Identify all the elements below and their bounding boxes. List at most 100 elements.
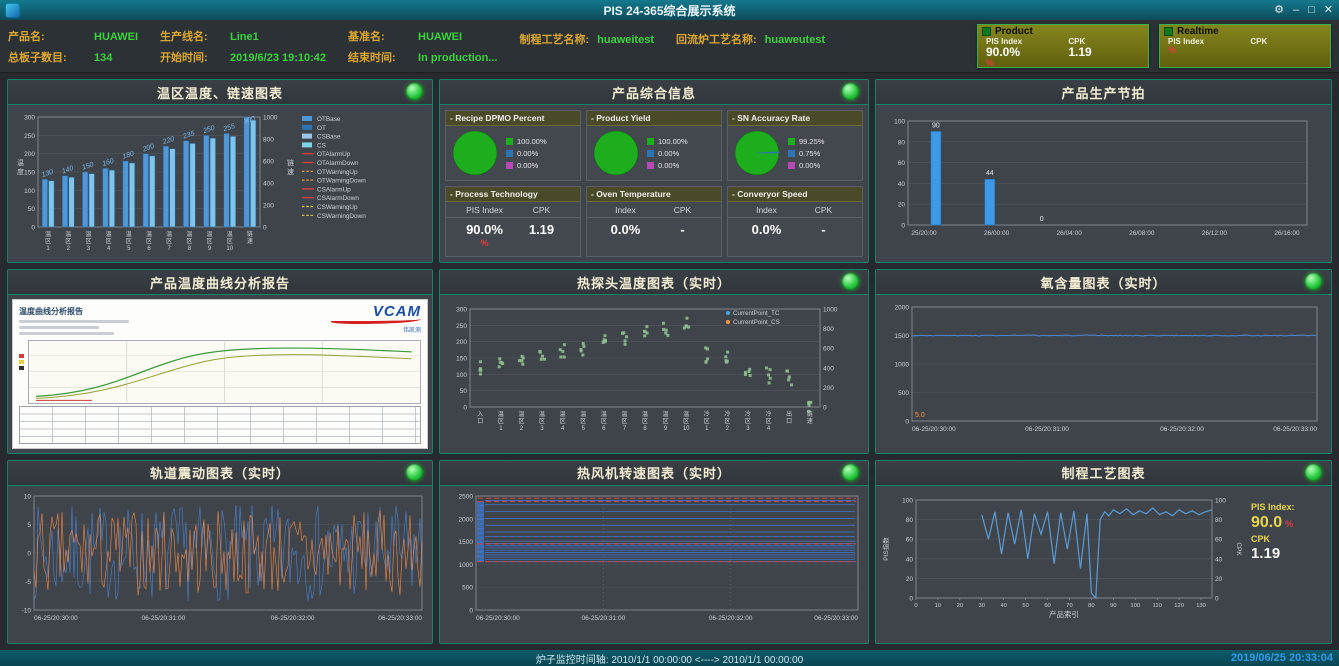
svg-text:度: 度: [17, 167, 24, 176]
svg-text:60: 60: [898, 160, 906, 167]
svg-text:温: 温: [186, 230, 192, 238]
svg-text:冷: 冷: [745, 410, 751, 418]
svg-text:20: 20: [957, 603, 963, 609]
svg-text:区: 区: [166, 238, 172, 245]
svg-text:300: 300: [24, 115, 35, 122]
svg-text:CurrentPoint_CS: CurrentPoint_CS: [733, 319, 780, 326]
svg-text:1000: 1000: [263, 115, 278, 122]
svg-text:温: 温: [166, 230, 172, 238]
legend-value: 0.00%: [658, 149, 679, 158]
svg-text:2: 2: [67, 246, 71, 252]
panel-temp-curve-report: 产品温度曲线分析报告 温度曲线分析报告 VCAM: [7, 269, 433, 453]
svg-text:CurrentPoint_TC: CurrentPoint_TC: [733, 310, 780, 317]
percent-mark: %: [986, 59, 1068, 68]
svg-text:OTWarningDown: OTWarningDown: [317, 178, 366, 185]
legend-value: 99.25%: [799, 137, 824, 146]
svg-text:区: 区: [45, 238, 51, 245]
field-value: Line1: [230, 31, 259, 43]
field-label: 产品名:: [8, 28, 86, 44]
svg-text:温: 温: [126, 230, 132, 238]
svg-text:1: 1: [46, 246, 50, 252]
stat-label: CPK: [795, 205, 852, 215]
report-document-preview[interactable]: 温度曲线分析报告 VCAM 伟凯测: [12, 299, 428, 448]
svg-text:80: 80: [898, 139, 906, 146]
svg-text:50: 50: [1022, 603, 1028, 609]
pie-box-recipe-dpmo: - Recipe DPMO Percent 100.00% 0.00% 0.00…: [445, 110, 581, 181]
svg-text:600: 600: [823, 346, 834, 353]
svg-text:100: 100: [1130, 603, 1140, 609]
svg-text:温: 温: [207, 230, 213, 238]
svg-text:温: 温: [621, 410, 627, 418]
svg-text:26/12:00: 26/12:00: [1202, 230, 1228, 237]
field-value: 2019/6/23 19:10:42: [230, 52, 326, 64]
pie-chart: [450, 128, 500, 178]
svg-text:速: 速: [807, 418, 813, 425]
sub-box-header: - Oven Temperature: [587, 187, 721, 202]
panel-rail-vibration: 轨道震动图表（实时） -10-5051006-25/20:30:0006-25/…: [7, 460, 433, 644]
svg-text:5: 5: [27, 522, 31, 529]
svg-text:区: 区: [766, 418, 772, 425]
svg-text:5.0: 5.0: [915, 412, 925, 419]
field-label: 生产线名:: [160, 28, 222, 44]
svg-text:130: 130: [1196, 603, 1206, 609]
svg-text:区: 区: [518, 418, 524, 425]
svg-text:1500: 1500: [895, 333, 910, 340]
status-led-icon: [842, 83, 859, 100]
sub-box-header: - Converyor Speed: [728, 187, 862, 202]
window-title: PIS 24-365综合展示系统: [0, 2, 1339, 19]
svg-text:110: 110: [1153, 603, 1162, 609]
panel-oxygen: 氧含量图表（实时） 05001000150020005.006-25/20:30…: [875, 269, 1332, 453]
svg-text:温: 温: [539, 410, 545, 418]
svg-text:40: 40: [1000, 603, 1006, 609]
report-data-table: [19, 406, 421, 444]
svg-text:44: 44: [986, 170, 994, 177]
info-group-oven-name: 回流炉工艺名称:huaweutest: [676, 31, 825, 47]
svg-text:入: 入: [477, 411, 483, 418]
stat-box-oven-temperature: - Oven Temperature Index CPK 0.0% -: [586, 186, 722, 257]
close-button[interactable]: ✕: [1324, 0, 1333, 20]
svg-text:40: 40: [1215, 556, 1223, 563]
svg-text:1000: 1000: [459, 562, 474, 569]
svg-text:26/16:00: 26/16:00: [1274, 230, 1300, 237]
panel-title: 热风机转速图表（实时）: [577, 463, 731, 482]
legend-swatch: [788, 138, 795, 145]
minimize-button[interactable]: –: [1293, 0, 1299, 20]
svg-text:冷: 冷: [724, 410, 730, 418]
svg-text:冷: 冷: [766, 410, 772, 418]
svg-text:温: 温: [65, 230, 71, 238]
svg-text:温: 温: [642, 410, 648, 418]
svg-text:06-25/20:30:00: 06-25/20:30:00: [912, 426, 956, 433]
svg-text:60: 60: [1215, 536, 1223, 543]
cpk-value: 1.19: [1251, 546, 1323, 561]
legend-swatch: [506, 162, 513, 169]
svg-text:链: 链: [247, 230, 253, 238]
info-group-baseline: 基准名:HUAWEI 结束时间:In production...: [348, 28, 497, 65]
svg-text:200: 200: [456, 339, 467, 346]
svg-text:100: 100: [24, 188, 35, 195]
svg-text:OT: OT: [317, 125, 326, 132]
svg-text:区: 区: [745, 418, 751, 425]
svg-text:温: 温: [580, 410, 586, 418]
probe-temp-chart: 05010015020025030002004006008001000入口温区1…: [442, 297, 866, 453]
svg-text:0: 0: [905, 419, 909, 426]
panel-production-tempo: 产品生产节拍 02040608010025/20:0026/00:0026/04…: [875, 79, 1332, 263]
svg-text:区: 区: [560, 418, 566, 425]
settings-gear-icon[interactable]: ⚙: [1274, 0, 1284, 20]
svg-text:5: 5: [127, 246, 131, 252]
svg-text:9: 9: [208, 246, 212, 252]
svg-text:1000: 1000: [895, 362, 910, 369]
svg-text:25/20:00: 25/20:00: [911, 230, 937, 237]
svg-text:OTAlarmDown: OTAlarmDown: [317, 160, 359, 167]
maximize-button[interactable]: □: [1308, 0, 1315, 20]
svg-text:区: 区: [106, 238, 112, 245]
legend-value: 0.00%: [517, 161, 538, 170]
svg-text:区: 区: [621, 418, 627, 425]
svg-text:温: 温: [663, 410, 669, 418]
panel-title: 产品综合信息: [612, 83, 696, 102]
percent-mark: %: [1168, 46, 1250, 55]
panel-title: 氧含量图表（实时）: [1040, 273, 1166, 292]
svg-text:0: 0: [463, 405, 467, 412]
svg-text:06-25/20:31:00: 06-25/20:31:00: [141, 615, 185, 622]
metric-title: Realtime: [1177, 26, 1219, 37]
svg-text:4: 4: [561, 426, 565, 432]
